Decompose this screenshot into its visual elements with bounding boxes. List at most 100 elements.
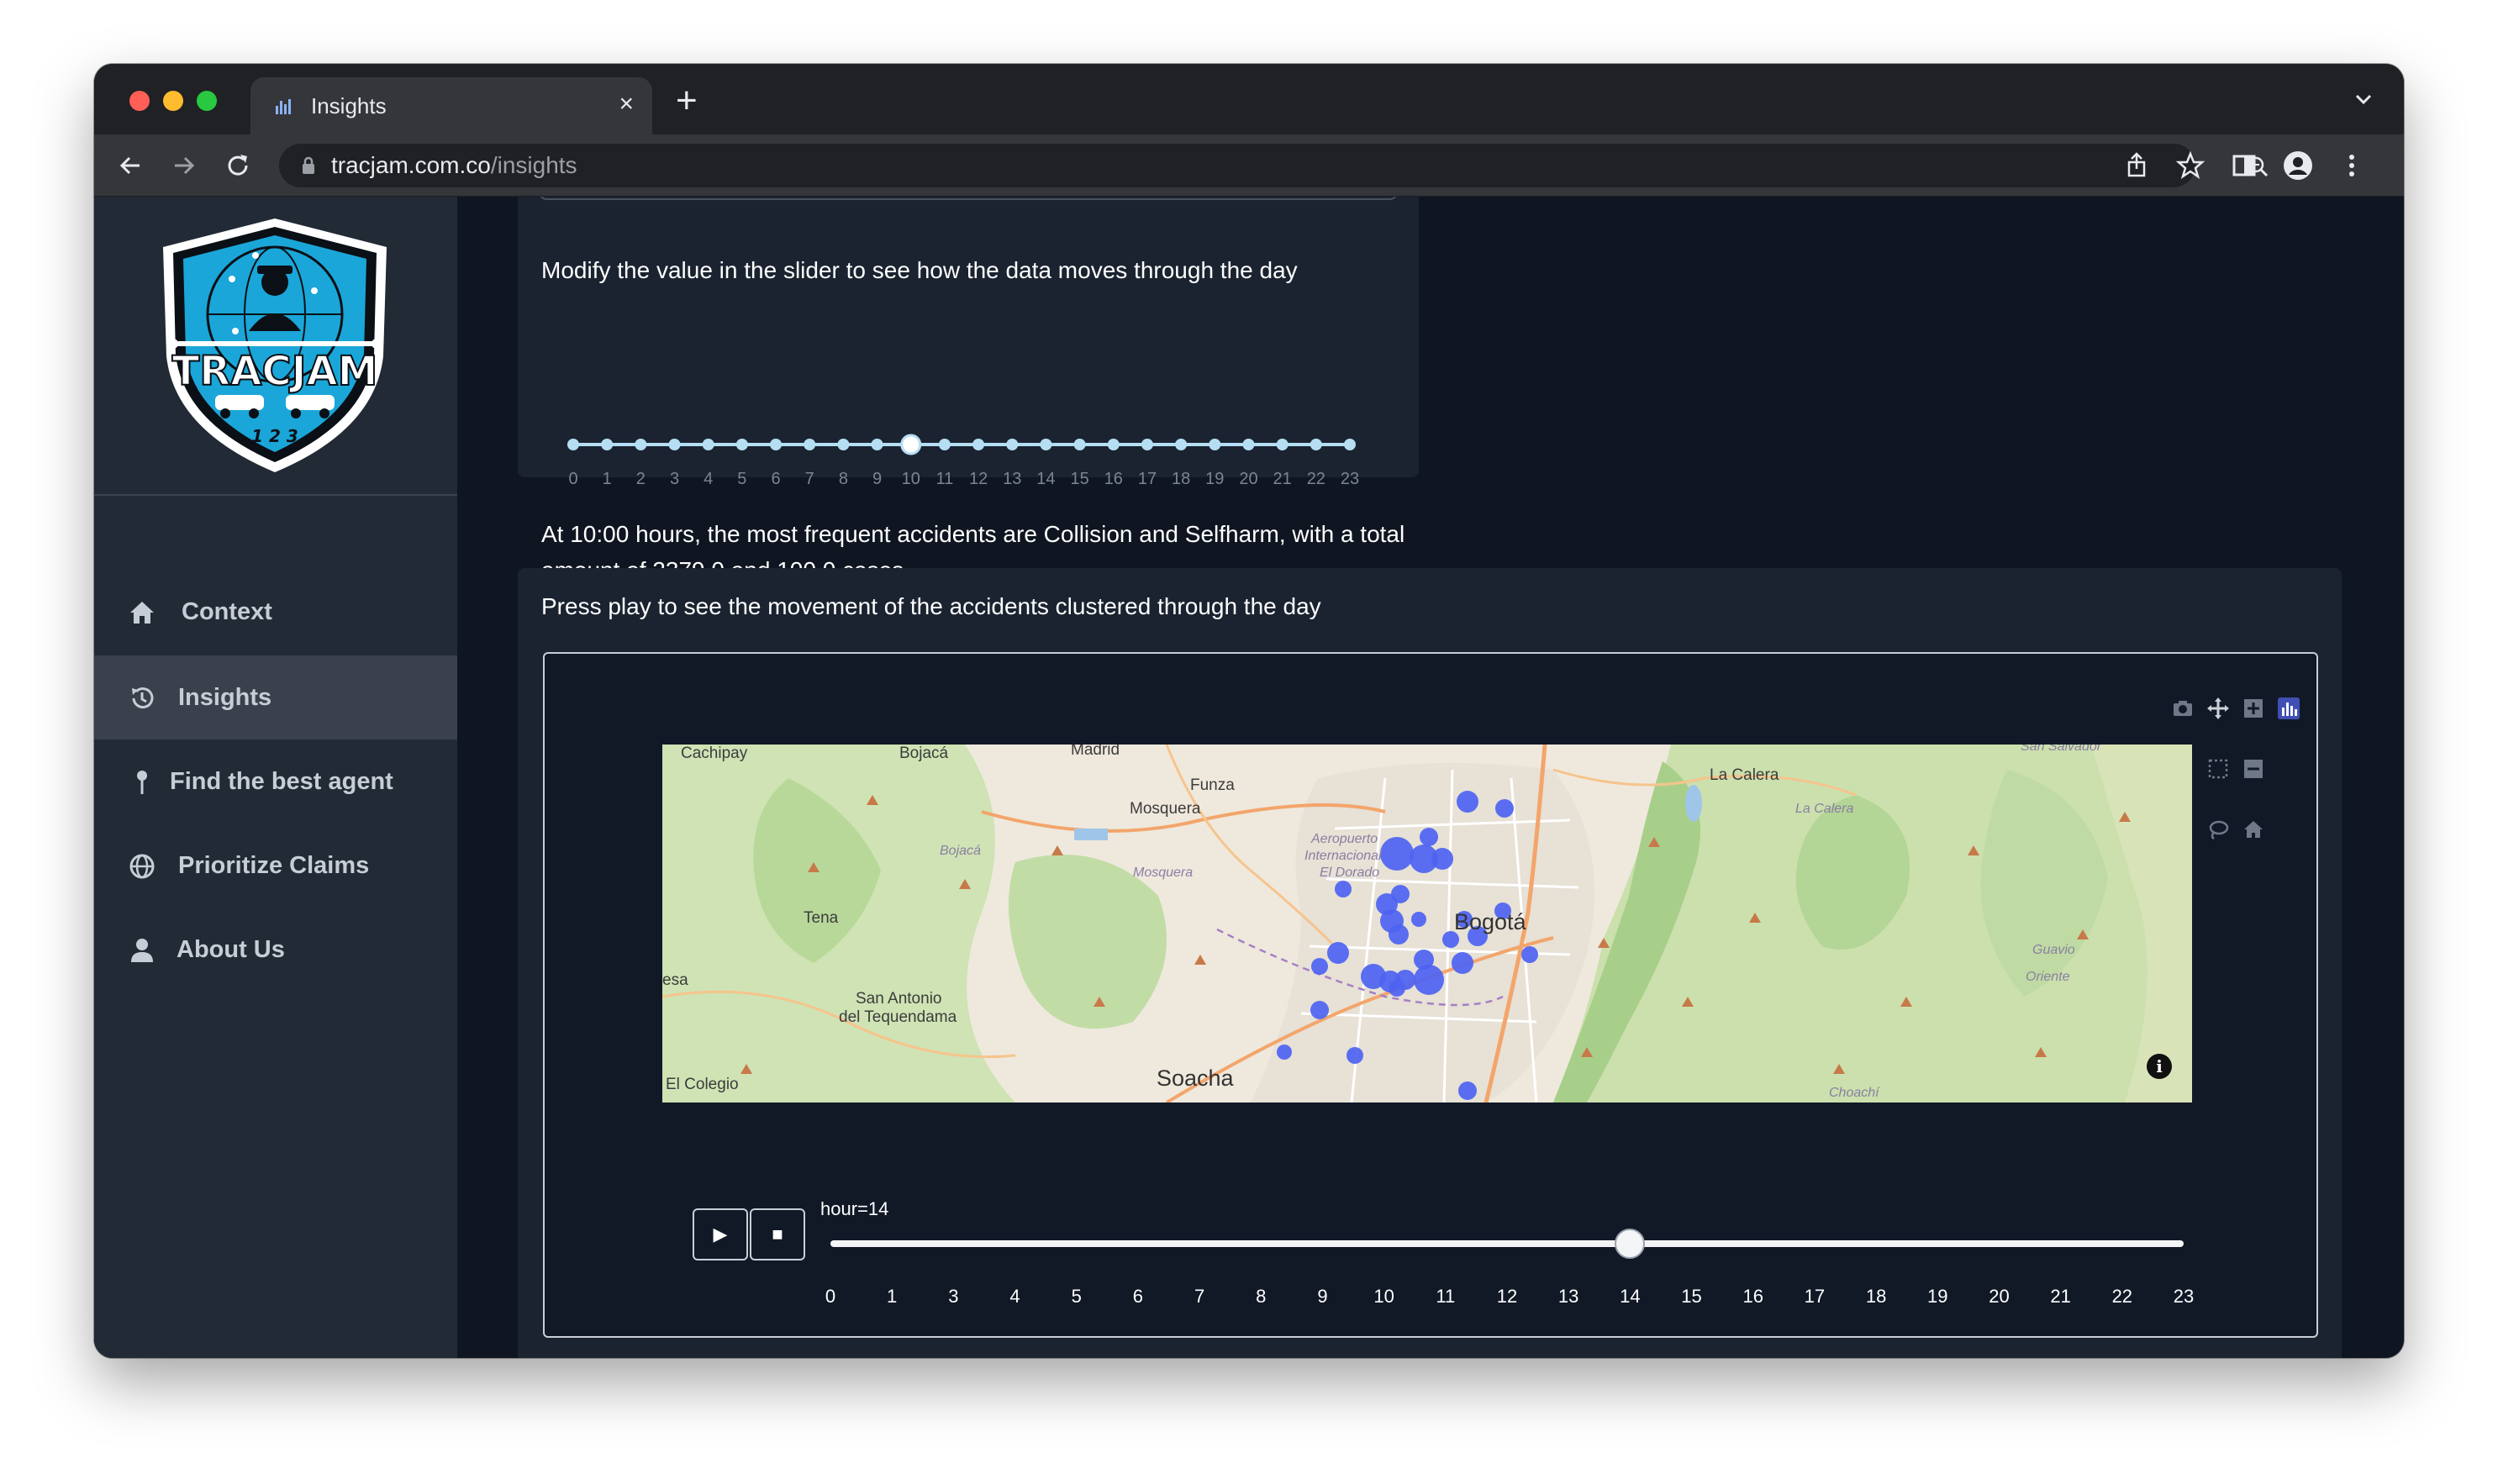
hour-slider-dot[interactable] — [938, 439, 951, 450]
hour-slider-dot[interactable] — [668, 439, 681, 450]
accident-cluster-marker[interactable] — [1414, 965, 1444, 995]
new-tab-button[interactable]: + — [676, 82, 698, 119]
more-options-icon[interactable] — [2337, 150, 2367, 181]
hour-animation-tick-label[interactable]: 4 — [990, 1286, 1041, 1308]
hour-animation-track[interactable] — [830, 1240, 2184, 1247]
plotly-logo-icon[interactable] — [2278, 697, 2300, 719]
accident-cluster-marker[interactable] — [1458, 1081, 1477, 1100]
sidebar-item-insights[interactable]: Insights — [94, 655, 457, 739]
hour-slider-handle[interactable] — [900, 434, 922, 455]
hour-animation-tick-label[interactable]: 10 — [1359, 1286, 1410, 1308]
hour-slider-dot[interactable] — [735, 439, 748, 450]
hour-animation-tick-label[interactable]: 9 — [1297, 1286, 1347, 1308]
hour-slider-dot[interactable] — [837, 439, 850, 450]
hour-slider-dot[interactable] — [770, 439, 783, 450]
hour-animation-tick-label[interactable]: 0 — [805, 1286, 856, 1308]
hour-animation-tick-label[interactable]: 12 — [1482, 1286, 1532, 1308]
map-attribution-info-icon[interactable]: i — [2147, 1054, 2172, 1079]
accident-cluster-marker[interactable] — [1380, 837, 1414, 871]
forward-icon[interactable] — [170, 151, 198, 180]
hour-slider-dot[interactable] — [871, 439, 883, 450]
accident-cluster-marker[interactable] — [1495, 799, 1514, 818]
profile-avatar-icon[interactable] — [2283, 150, 2313, 181]
hour-slider-dot[interactable] — [1209, 439, 1221, 450]
box-select-icon[interactable] — [2207, 758, 2229, 780]
sidebar-item-context[interactable]: Context — [94, 570, 457, 654]
hour-animation-tick-label[interactable]: 8 — [1236, 1286, 1286, 1308]
hour-animation-tick-label[interactable]: 16 — [1728, 1286, 1779, 1308]
zoom-in-icon[interactable] — [2242, 697, 2264, 719]
hour-slider-dot[interactable] — [567, 439, 579, 450]
pan-icon[interactable] — [2207, 697, 2229, 719]
accident-cluster-marker[interactable] — [1452, 952, 1473, 974]
hour-animation-tick-label[interactable]: 19 — [1912, 1286, 1963, 1308]
address-bar[interactable]: tracjam.com.co/insights — [279, 144, 2269, 187]
sidebar-item-find-the-best-agent[interactable]: Find the best agent — [94, 739, 457, 824]
hour-animation-tick-label[interactable]: 17 — [1789, 1286, 1840, 1308]
accident-cluster-marker[interactable] — [1277, 1045, 1292, 1060]
hour-slider-dot[interactable] — [1344, 439, 1356, 450]
hour-animation-tick-label[interactable]: 7 — [1174, 1286, 1225, 1308]
sidebar-item-prioritize-claims[interactable]: Prioritize Claims — [94, 824, 457, 908]
hour-animation-tick-label[interactable]: 1 — [867, 1286, 917, 1308]
accident-cluster-marker[interactable] — [1457, 791, 1478, 813]
accident-cluster-marker[interactable] — [1411, 912, 1426, 927]
sidebar-item-about-us[interactable]: About Us — [94, 908, 457, 992]
accident-cluster-marker[interactable] — [1389, 980, 1405, 997]
hour-slider-dot[interactable] — [635, 439, 647, 450]
hour-animation-tick-label[interactable]: 23 — [2158, 1286, 2209, 1308]
camera-icon[interactable] — [2172, 697, 2194, 719]
bookmark-star-icon[interactable] — [2175, 150, 2206, 181]
hour-animation-tick-label[interactable]: 18 — [1851, 1286, 1901, 1308]
reset-home-icon[interactable] — [2242, 818, 2264, 840]
accident-cluster-marker[interactable] — [1346, 1047, 1363, 1064]
hour-slider-dot[interactable] — [1242, 439, 1255, 450]
accident-cluster-marker[interactable] — [1521, 946, 1538, 963]
hour-animation-tick-label[interactable]: 5 — [1051, 1286, 1102, 1308]
hour-animation-tick-label[interactable]: 3 — [928, 1286, 978, 1308]
accident-cluster-marker[interactable] — [1431, 848, 1453, 870]
stop-button[interactable]: ■ — [750, 1208, 805, 1260]
hour-animation-tick-label[interactable]: 20 — [1974, 1286, 2024, 1308]
hour-animation-tick-label[interactable]: 6 — [1113, 1286, 1163, 1308]
zoom-out-icon[interactable] — [2242, 758, 2264, 780]
accident-cluster-marker[interactable] — [1420, 828, 1438, 846]
hour-animation-tick-label[interactable]: 21 — [2036, 1286, 2086, 1308]
hour-animation-tick-label[interactable]: 11 — [1420, 1286, 1471, 1308]
close-tab-icon[interactable]: × — [619, 89, 634, 119]
hour-animation-handle[interactable] — [1615, 1229, 1646, 1259]
hour-slider-dot[interactable] — [1006, 439, 1019, 450]
accident-cluster-marker[interactable] — [1310, 1001, 1329, 1019]
hour-slider-dot[interactable] — [1107, 439, 1120, 450]
hour-slider-dot[interactable] — [804, 439, 816, 450]
minimize-window-button[interactable] — [163, 91, 183, 111]
accident-cluster-marker[interactable] — [1327, 942, 1349, 964]
hour-animation-tick-label[interactable]: 13 — [1543, 1286, 1594, 1308]
accident-cluster-marker[interactable] — [1389, 924, 1409, 945]
hour-slider-dot[interactable] — [1175, 439, 1188, 450]
play-button[interactable]: ▶ — [693, 1208, 748, 1260]
hour-slider[interactable] — [567, 429, 1357, 462]
tab-insights[interactable]: Insights × — [250, 77, 652, 134]
hour-slider-dot[interactable] — [1310, 439, 1322, 450]
share-icon[interactable] — [2121, 150, 2152, 181]
close-window-button[interactable] — [129, 91, 150, 111]
hour-slider-dot[interactable] — [1040, 439, 1052, 450]
hour-animation-tick-label[interactable]: 22 — [2097, 1286, 2148, 1308]
chevron-down-icon[interactable] — [2352, 87, 2375, 111]
hour-slider-dot[interactable] — [601, 439, 614, 450]
accident-cluster-marker[interactable] — [1335, 881, 1352, 897]
hour-slider-dot[interactable] — [1073, 439, 1086, 450]
hour-animation-tick-label[interactable]: 14 — [1605, 1286, 1655, 1308]
side-panel-icon[interactable] — [2229, 150, 2259, 181]
hour-slider-dot[interactable] — [702, 439, 714, 450]
hour-slider-dot[interactable] — [1141, 439, 1153, 450]
hour-slider-dot[interactable] — [1276, 439, 1289, 450]
accident-cluster-marker[interactable] — [1311, 958, 1328, 975]
lasso-select-icon[interactable] — [2207, 818, 2229, 840]
back-icon[interactable] — [116, 151, 145, 180]
accident-map[interactable]: Cachipay Bojacá Bojacá Madrid Funza Mosq… — [662, 745, 2192, 1102]
hour-animation-tick-label[interactable]: 15 — [1667, 1286, 1717, 1308]
hour-slider-dot[interactable] — [972, 439, 985, 450]
reload-icon[interactable] — [224, 151, 252, 180]
